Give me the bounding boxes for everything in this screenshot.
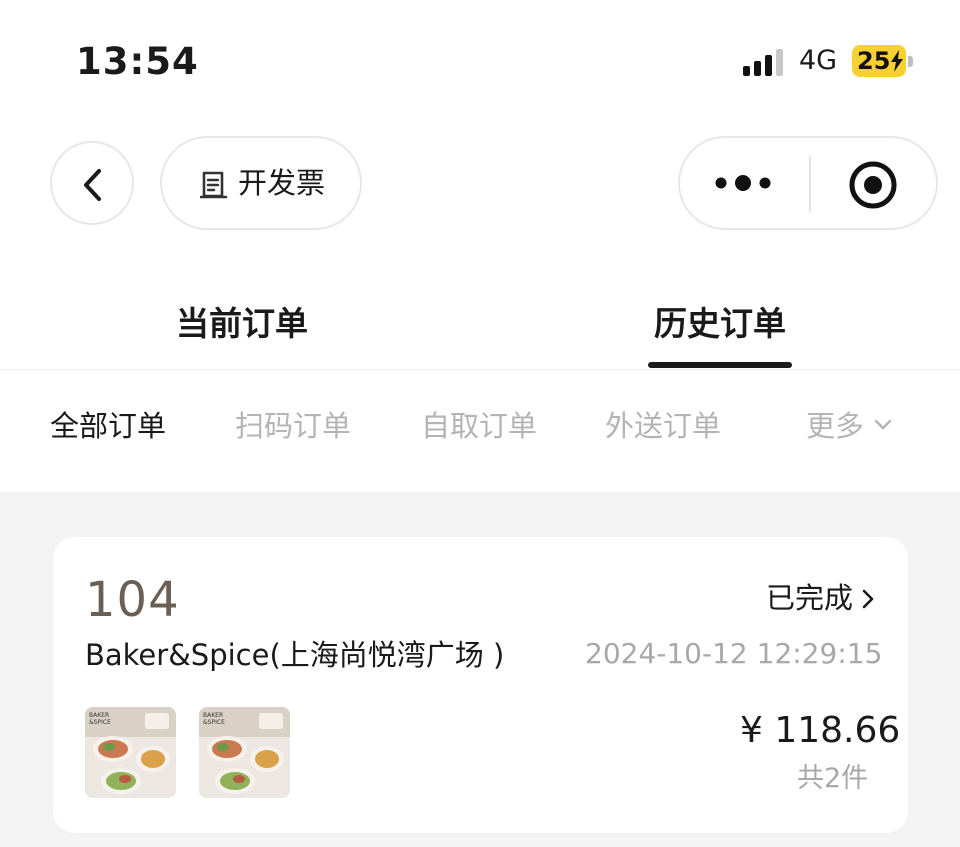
filter-pickup-orders[interactable]: 自取订单 (421, 404, 537, 448)
capsule-divider (809, 156, 811, 212)
charging-bolt-icon (891, 50, 903, 72)
chevron-left-icon (84, 169, 101, 201)
filter-delivery-orders[interactable]: 外送订单 (605, 404, 721, 448)
product-thumbnail[interactable]: BAKER &SPICE (85, 707, 176, 798)
order-number: 104 (85, 572, 180, 628)
chevron-right-icon[interactable] (860, 588, 876, 610)
svg-text:&SPICE: &SPICE (89, 719, 111, 726)
network-type: 4G (799, 45, 838, 76)
food-platter-image: BAKER &SPICE (199, 707, 290, 798)
filter-scan-orders[interactable]: 扫码订单 (235, 404, 351, 448)
product-thumbnail[interactable]: BAKER &SPICE (199, 707, 290, 798)
battery-level: 25 (857, 47, 891, 75)
tab-current-orders[interactable]: 当前订单 (176, 300, 308, 348)
back-button[interactable] (50, 141, 134, 225)
invoice-label: 开发票 (238, 166, 326, 200)
svg-text:BAKER: BAKER (89, 712, 109, 719)
svg-text:&SPICE: &SPICE (203, 719, 225, 726)
item-count: 共2件 (797, 763, 869, 794)
status-time: 13:54 (76, 40, 199, 83)
order-status[interactable]: 已完成 (766, 578, 853, 618)
filter-all-orders[interactable]: 全部订单 (50, 404, 166, 448)
active-tab-indicator (648, 362, 792, 368)
store-name: Baker&Spice(上海尚悦湾广场 ) (85, 638, 505, 672)
order-price: ¥ 118.66 (740, 710, 901, 751)
svg-text:BAKER: BAKER (203, 712, 223, 719)
close-target-icon[interactable] (848, 160, 898, 210)
food-platter-image: BAKER &SPICE (85, 707, 176, 798)
receipt-icon (200, 171, 228, 199)
signal-icon (743, 46, 785, 76)
battery-tip (908, 56, 913, 67)
order-datetime: 2024-10-12 12:29:15 (585, 637, 883, 670)
tab-history-orders[interactable]: 历史订单 (654, 300, 786, 348)
more-options-icon[interactable] (714, 168, 774, 198)
tabs-divider (0, 369, 960, 370)
filter-more[interactable]: 更多 (806, 404, 864, 448)
chevron-down-icon[interactable] (874, 418, 892, 432)
invoice-button[interactable]: 开发票 (160, 136, 362, 230)
mini-program-capsule (678, 136, 938, 230)
